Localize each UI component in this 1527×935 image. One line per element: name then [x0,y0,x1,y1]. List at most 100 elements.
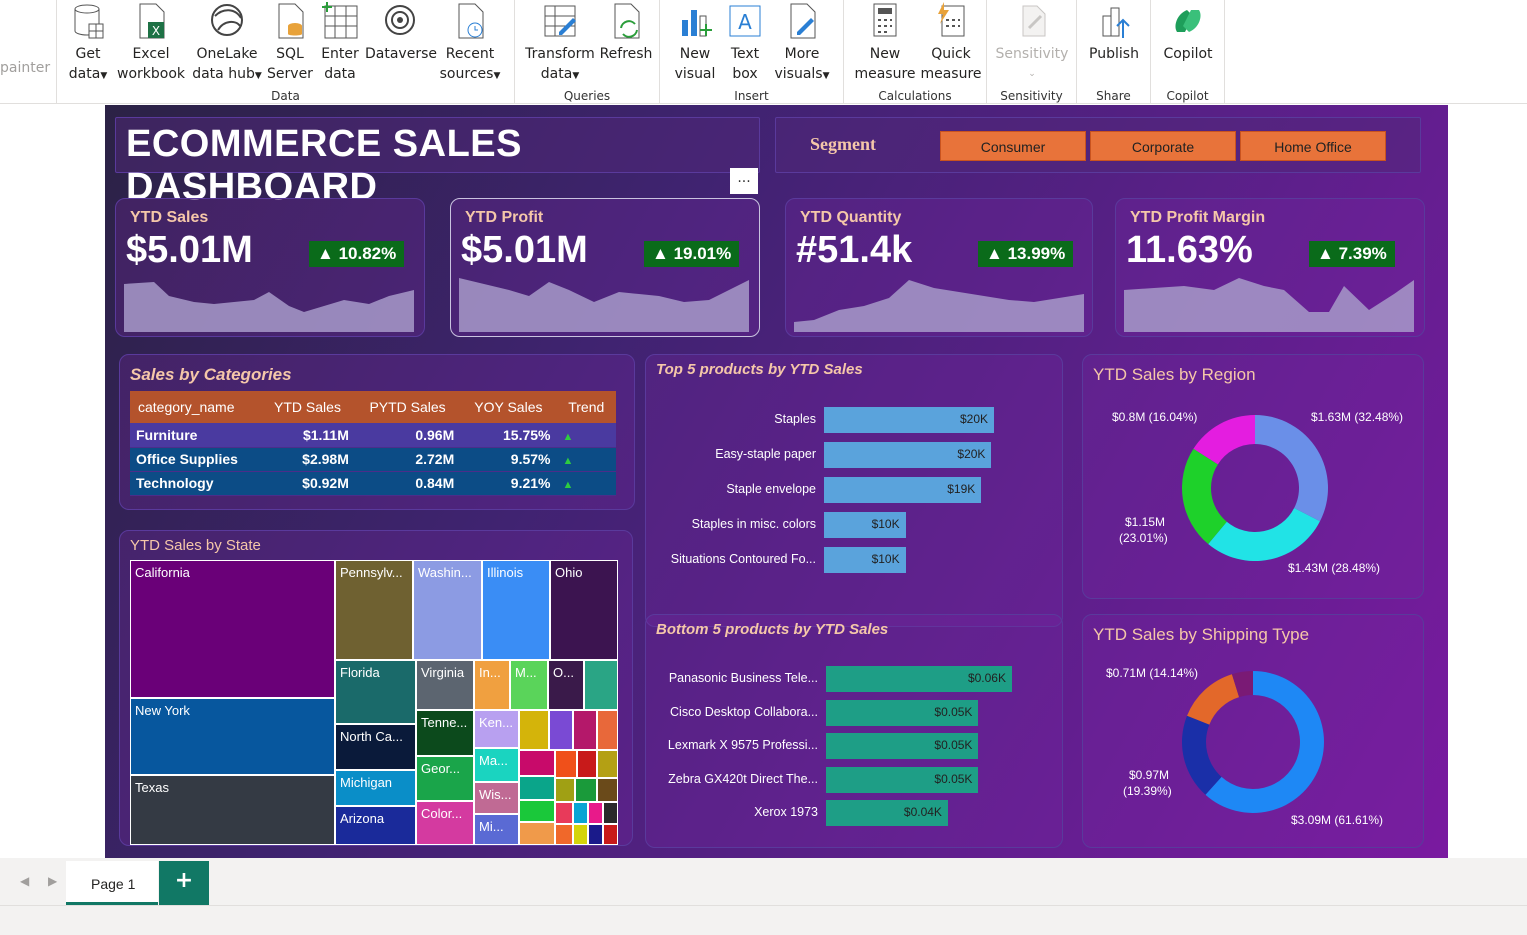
treemap-tile[interactable]: Arizona [335,806,416,845]
onelake-data-hub-button[interactable]: OneLake data hub▼ [191,0,263,86]
kpi-ytd-quantity[interactable]: YTD Quantity #51.4k ▲ 13.99% [785,198,1093,337]
column-header[interactable]: category_name [130,391,261,423]
treemap-tile[interactable] [597,710,618,750]
sales-by-state-treemap[interactable]: YTD Sales by State California New York T… [119,530,633,846]
sql-server-button[interactable]: SQL Server [267,0,313,84]
chevron-left-icon[interactable]: ◀ [20,874,29,888]
column-header[interactable]: YOY Sales [460,391,557,423]
bottom5-products-chart[interactable]: Bottom 5 products by YTD Sales Panasonic… [645,614,1063,848]
treemap-tile[interactable] [603,824,618,845]
treemap-tile[interactable]: Washin... [413,560,482,660]
sensitivity-button[interactable]: Sensitivity ⌄ [995,0,1069,84]
page-tab[interactable]: Page 1 [66,861,158,905]
treemap-tile[interactable]: Ohio [550,560,618,660]
publish-button[interactable]: Publish [1085,0,1143,64]
treemap-tile[interactable] [603,802,618,824]
sales-by-region-chart[interactable]: YTD Sales by Region $1.63M (32.48%) $1.4… [1082,354,1424,599]
more-options-button[interactable]: ... [730,168,758,194]
bar[interactable]: $0.05K [826,766,979,793]
treemap-tile[interactable]: Tenne... [416,710,474,756]
table-row[interactable]: Technology $0.92M 0.84M 9.21% ▲ [130,471,616,496]
quick-measure-button[interactable]: Quick measure [918,0,984,84]
treemap-tile[interactable]: New York [130,698,335,775]
treemap-tile[interactable]: Illinois [482,560,550,660]
treemap-tile[interactable] [555,802,573,824]
transform-data-button[interactable]: Transform data▼ [525,0,595,86]
bar[interactable]: $10K [824,547,906,573]
treemap-tile[interactable] [519,710,549,750]
treemap-tile[interactable]: Florida [335,660,416,724]
donut-slice[interactable] [1208,508,1320,561]
treemap-tile[interactable] [588,824,603,845]
treemap-tile[interactable]: Michigan [335,770,416,806]
table-row[interactable]: Furniture $1.11M 0.96M 15.75% ▲ [130,423,616,448]
treemap-tile[interactable]: Texas [130,775,335,845]
kpi-ytd-profit-margin[interactable]: YTD Profit Margin 11.63% ▲ 7.39% [1115,198,1425,337]
treemap-tile[interactable]: M... [510,660,548,710]
treemap-tile[interactable]: Virginia [416,660,474,710]
bar[interactable]: $20K [824,442,992,468]
donut-slice[interactable] [1255,415,1328,522]
treemap-tile[interactable]: Wis... [474,782,519,814]
treemap-tile[interactable]: California [130,560,335,698]
treemap-tile[interactable] [519,822,555,845]
treemap-tile[interactable] [555,750,577,778]
chevron-right-icon[interactable]: ▶ [48,874,57,888]
sales-by-shipping-chart[interactable]: YTD Sales by Shipping Type $3.09M (61.61… [1082,614,1424,848]
bar[interactable]: $0.05K [826,733,979,759]
bar[interactable]: $20K [824,407,994,433]
treemap-tile[interactable] [549,710,573,750]
add-page-button[interactable]: + [159,861,209,905]
treemap-tile[interactable]: Mi... [474,814,519,845]
donut-slice[interactable] [1182,715,1222,795]
treemap-tile[interactable]: Color... [416,801,474,845]
get-data-button[interactable]: Get data▼ [65,0,111,86]
treemap-tile[interactable] [555,824,573,845]
table-row[interactable]: Office Supplies $2.98M 2.72M 9.57% ▲ [130,447,616,472]
treemap-tile[interactable] [519,750,555,776]
segment-home-office-button[interactable]: Home Office [1240,131,1386,161]
sales-by-categories-table[interactable]: Sales by Categories category_name YTD Sa… [119,354,635,510]
excel-workbook-button[interactable]: X Excel workbook [117,0,185,84]
treemap-tile[interactable] [519,800,555,822]
treemap-tile[interactable]: In... [474,660,510,710]
treemap-tile[interactable] [573,710,597,750]
treemap-tile[interactable] [597,750,618,778]
dataverse-button[interactable]: Dataverse [365,0,437,64]
donut-slice[interactable] [1187,674,1240,725]
bar[interactable]: $19K [824,477,982,503]
copilot-button[interactable]: Copilot [1159,0,1217,64]
treemap-tile[interactable] [555,778,575,802]
more-visuals-button[interactable]: More visuals▼ [770,0,834,86]
recent-sources-button[interactable]: Recent sources▼ [437,0,503,86]
bar[interactable]: $0.06K [826,666,1012,692]
treemap-tile[interactable]: O... [548,660,584,710]
treemap-tile[interactable] [519,776,555,800]
bar[interactable]: $0.04K [826,800,948,826]
treemap-tile[interactable] [573,802,588,824]
treemap-tile[interactable]: Ma... [474,748,519,782]
column-header[interactable]: Trend [556,391,616,423]
treemap-tile[interactable] [573,824,588,845]
segment-consumer-button[interactable]: Consumer [940,131,1086,161]
treemap-tile[interactable]: North Ca... [335,724,416,770]
treemap-tile[interactable]: Pennsylv... [335,560,413,660]
new-measure-button[interactable]: New measure [852,0,918,84]
kpi-ytd-profit[interactable]: YTD Profit $5.01M ▲ 19.01% [450,198,760,337]
segment-corporate-button[interactable]: Corporate [1090,131,1236,161]
treemap-tile[interactable] [584,660,618,710]
column-header[interactable]: PYTD Sales [354,391,461,423]
treemap-tile[interactable]: Ken... [474,710,519,748]
bar[interactable]: $10K [824,512,906,538]
treemap-tile[interactable] [575,778,597,802]
treemap-tile[interactable] [577,750,597,778]
enter-data-button[interactable]: Enter data [317,0,363,84]
kpi-ytd-sales[interactable]: YTD Sales $5.01M ▲ 10.82% [115,198,425,337]
bar[interactable]: $0.05K [826,699,979,726]
top5-products-chart[interactable]: Top 5 products by YTD Sales Staples $20K E… [645,354,1063,627]
treemap-tile[interactable] [588,802,603,824]
new-visual-button[interactable]: New visual [672,0,718,84]
format-painter-label[interactable]: painter [0,60,50,76]
refresh-button[interactable]: Refresh [597,0,655,64]
donut-slice[interactable] [1182,448,1227,545]
